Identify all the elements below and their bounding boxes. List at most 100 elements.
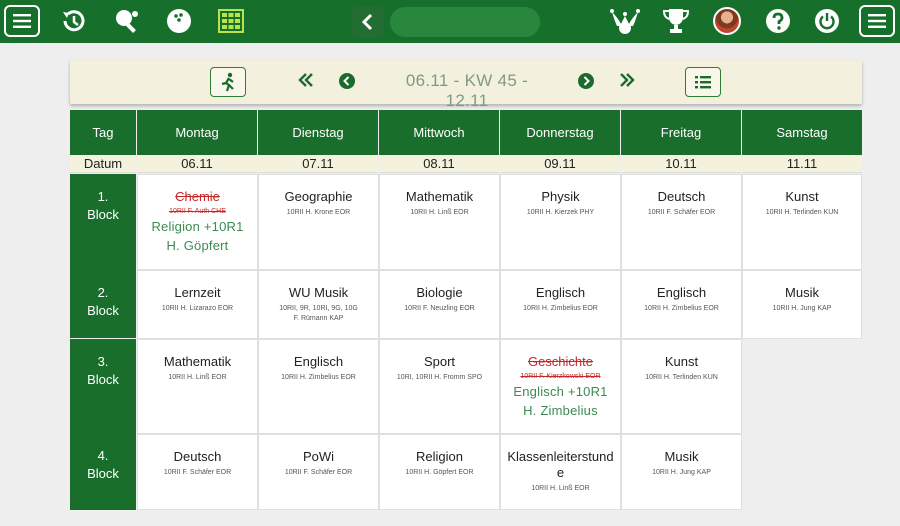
subject: Sport <box>423 354 456 369</box>
activity-button[interactable] <box>210 67 246 97</box>
lesson-info: 10RII H. Terlinden KUN <box>765 209 839 216</box>
lesson-info: 10RII H. Linß EOR <box>410 209 469 216</box>
date-friday: 10.11 <box>621 155 741 173</box>
help-button[interactable] <box>764 7 792 35</box>
date-monday: 06.11 <box>137 155 257 173</box>
bowling-icon <box>167 9 191 33</box>
menu-icon <box>868 14 886 28</box>
lesson-cell-b3-tuesday[interactable]: Englisch 10RII H. Zimbelius EOR <box>258 339 379 434</box>
lesson-cell-b4-wednesday[interactable]: Religion 10RII H. Göpfert EOR <box>379 434 500 510</box>
help-icon <box>766 9 790 33</box>
lesson-info: 10RII H. Krone EOR <box>286 209 351 216</box>
tag-header: Tag <box>70 110 136 155</box>
avatar[interactable] <box>713 7 741 35</box>
week-range-label: 06.11 - KW 45 - 12.11 <box>405 71 529 110</box>
lesson-cell-b4-monday[interactable]: Deutsch 10RII F. Schäfer EOR <box>137 434 258 510</box>
lesson-info: 10RII H. Kierzek PHY <box>526 209 595 216</box>
lesson-cell-b4-tuesday[interactable]: PoWi 10RII F. Schäfer EOR <box>258 434 379 510</box>
lesson-info: 10RII H. Göpfert EOR <box>405 469 474 476</box>
lesson-cell-b3-wednesday[interactable]: Sport 10RI, 10RII H. Fromm SPO <box>379 339 500 434</box>
power-button[interactable] <box>813 7 841 35</box>
history-button[interactable] <box>58 6 88 36</box>
day-header-friday: Freitag <box>621 110 741 155</box>
list-icon <box>695 76 711 89</box>
history-icon <box>63 10 85 32</box>
subject: Religion <box>416 449 463 464</box>
lesson-cell-b1-saturday[interactable]: Kunst 10RII H. Terlinden KUN <box>742 174 862 270</box>
lesson-info: 10RII H. Jung KAP <box>772 305 832 312</box>
jester-button[interactable] <box>608 5 642 37</box>
lesson-info: 10RII H. Jung KAP <box>652 469 711 476</box>
day-header-wednesday: Mittwoch <box>379 110 499 155</box>
lesson-info: 10RII F. Schäfer EOR <box>284 469 353 476</box>
subject: Mathematik <box>405 189 474 204</box>
lesson-cell-b4-thursday[interactable]: Klassenleiterstund e 10RII H. Linß EOR <box>500 434 621 510</box>
lesson-info: 10RII F. Schäfer EOR <box>647 209 716 216</box>
back-chevron-icon <box>361 13 373 31</box>
lesson-cell-b3-monday[interactable]: Mathematik 10RII H. Linß EOR <box>137 339 258 434</box>
cancelled-info: 10RII F. Auth CHE <box>169 208 226 215</box>
table-tennis-icon <box>116 10 138 33</box>
lesson-cell-b1-wednesday[interactable]: Mathematik 10RII H. Linß EOR <box>379 174 500 270</box>
substitute-teacher: H. Zimbelius <box>523 403 598 418</box>
double-chevron-right-icon <box>620 73 635 87</box>
datum-label: Datum <box>70 155 136 173</box>
subject: Klassenleiterstund <box>507 449 614 464</box>
lesson-cell-b1-friday[interactable]: Deutsch 10RII F. Schäfer EOR <box>621 174 742 270</box>
cancelled-subject: Geschichte <box>527 354 594 369</box>
lesson-info: 10RII, 9R, 10RI, 9G, 10G <box>279 305 358 312</box>
lesson-info: 10RI, 10RII H. Fromm SPO <box>396 374 483 381</box>
lesson-info: 10RII H. Lizarazo EOR <box>161 305 234 312</box>
lesson-cell-b1-tuesday[interactable]: Geographie 10RII H. Krone EOR <box>258 174 379 270</box>
lesson-cell-b2-thursday[interactable]: Englisch 10RII H. Zimbelius EOR <box>500 270 621 339</box>
subject: Englisch <box>535 285 586 300</box>
subject: Geographie <box>284 189 353 204</box>
day-header-tuesday: Dienstag <box>258 110 378 155</box>
lesson-cell-b4-friday[interactable]: Musik 10RII H. Jung KAP <box>621 434 742 510</box>
table-tennis-button[interactable] <box>112 6 142 36</box>
bowling-button[interactable] <box>165 7 193 35</box>
menu-button-right[interactable] <box>859 5 895 37</box>
lesson-info: 10RII F. Neuzling EOR <box>404 305 475 312</box>
next-week-button[interactable] <box>578 73 594 89</box>
subject: WU Musik <box>288 285 349 300</box>
lesson-info: 10RII H. Linß EOR <box>168 374 227 381</box>
user-name-pill <box>390 7 540 37</box>
last-week-button[interactable] <box>619 73 635 87</box>
lesson-cell-b2-tuesday[interactable]: WU Musik 10RII, 9R, 10RI, 9G, 10G F. Rüm… <box>258 270 379 339</box>
jester-icon <box>610 9 640 34</box>
lesson-cell-b2-saturday[interactable]: Musik 10RII H. Jung KAP <box>742 270 862 339</box>
lesson-cell-b2-friday[interactable]: Englisch 10RII H. Zimbelius EOR <box>621 270 742 339</box>
previous-week-button[interactable] <box>339 73 355 89</box>
block-1-label: 1. Block <box>70 174 136 270</box>
grid-icon <box>218 9 244 33</box>
top-bar <box>0 0 900 43</box>
date-tuesday: 07.11 <box>258 155 378 173</box>
list-view-button[interactable] <box>685 67 721 97</box>
subject: Lernzeit <box>174 285 221 300</box>
lesson-info: 10RII F. Schäfer EOR <box>163 469 232 476</box>
trophy-button[interactable] <box>660 6 692 36</box>
substitute-teacher: H. Göpfert <box>166 238 229 253</box>
subject: Englisch <box>656 285 707 300</box>
lesson-cell-b1-thursday[interactable]: Physik 10RII H. Kierzek PHY <box>500 174 621 270</box>
subject: Musik <box>664 449 699 464</box>
lesson-cell-b2-wednesday[interactable]: Biologie 10RII F. Neuzling EOR <box>379 270 500 339</box>
cancelled-info: 10RII F. Kierzkowski EOR <box>520 373 601 380</box>
lesson-cell-b1-monday[interactable]: Chemie 10RII F. Auth CHE Religion +10R1 … <box>137 174 258 270</box>
running-person-icon <box>221 72 234 92</box>
day-header-thursday: Donnerstag <box>500 110 620 155</box>
back-button[interactable] <box>352 6 384 38</box>
power-icon <box>815 9 839 33</box>
day-header-monday: Montag <box>137 110 257 155</box>
lesson-cell-b3-friday[interactable]: Kunst 10RII H. Terlinden KUN <box>621 339 742 434</box>
subject-wrap: e <box>556 465 565 480</box>
timetable-button[interactable] <box>217 8 245 34</box>
date-thursday: 09.11 <box>500 155 620 173</box>
lesson-cell-b2-monday[interactable]: Lernzeit 10RII H. Lizarazo EOR <box>137 270 258 339</box>
lesson-cell-b3-thursday[interactable]: Geschichte 10RII F. Kierzkowski EOR Engl… <box>500 339 621 434</box>
chevron-right-icon <box>583 76 590 86</box>
menu-button[interactable] <box>4 5 40 37</box>
lesson-info: 10RII H. Zimbelius EOR <box>281 374 356 381</box>
first-week-button[interactable] <box>298 73 314 87</box>
